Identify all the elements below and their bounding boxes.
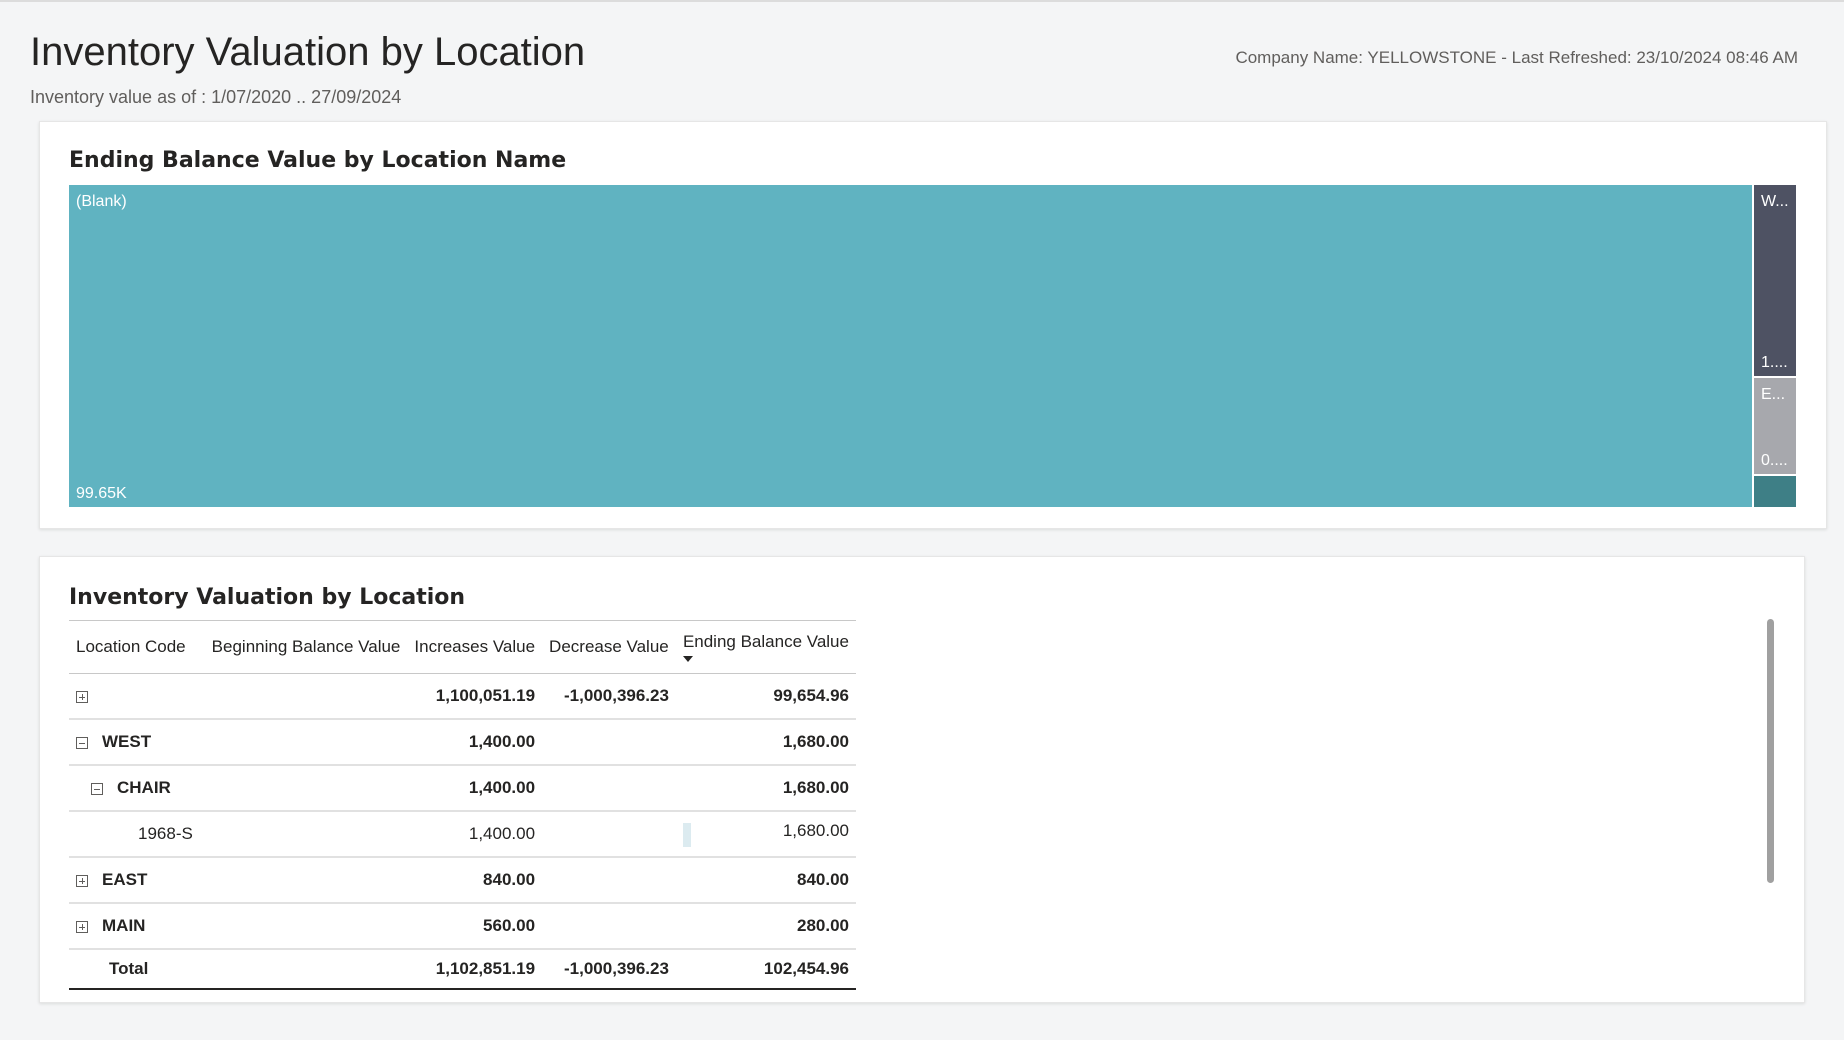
- beginning-cell: [204, 857, 408, 904]
- increases-cell: 560.00: [407, 903, 543, 950]
- treemap-tile-east[interactable]: E... 0....: [1754, 378, 1796, 474]
- treemap-tile-blank[interactable]: (Blank) 99.65K: [69, 185, 1752, 507]
- vertical-scrollbar[interactable]: [1767, 619, 1774, 883]
- decrease-cell: [542, 903, 676, 950]
- table-row: CHAIR 1,400.00 1,680.00: [69, 765, 856, 812]
- beginning-cell: [204, 903, 408, 950]
- location-cell: CHAIR: [69, 765, 205, 812]
- increases-cell: 840.00: [407, 857, 543, 904]
- increases-cell: 1,400.00: [407, 811, 543, 858]
- total-row: Total 1,102,851.19 -1,000,396.23 102,454…: [69, 949, 856, 990]
- location-cell: EAST: [69, 857, 205, 904]
- data-bar: [682, 823, 691, 847]
- column-header-ending-balance-label: Ending Balance Value: [682, 632, 849, 651]
- beginning-cell: [204, 811, 408, 858]
- decrease-cell: [542, 719, 676, 766]
- column-header-ending-balance[interactable]: Ending Balance Value: [675, 620, 856, 674]
- beginning-cell: [204, 719, 408, 766]
- table-card: Inventory Valuation by Location Location…: [39, 556, 1805, 1003]
- tile-label: E...: [1761, 386, 1786, 403]
- total-beginning: [204, 949, 408, 990]
- total-label: Total: [69, 949, 205, 990]
- treemap-card: Ending Balance Value by Location Name (B…: [39, 121, 1827, 529]
- total-decrease: -1,000,396.23: [542, 949, 676, 990]
- expand-icon[interactable]: [76, 920, 88, 933]
- collapse-icon[interactable]: [91, 782, 103, 795]
- treemap-chart: (Blank) 99.65K W... 1.... E... 0....: [69, 185, 1796, 507]
- column-header-decrease[interactable]: Decrease Value: [542, 620, 676, 674]
- page-title: Inventory Valuation by Location: [30, 30, 586, 74]
- total-increases: 1,102,851.19: [407, 949, 543, 990]
- increases-cell: 1,400.00: [407, 719, 543, 766]
- ending-cell: 840.00: [675, 857, 856, 904]
- ending-cell: 280.00: [675, 903, 856, 950]
- decrease-cell: [542, 857, 676, 904]
- beginning-cell: [204, 673, 408, 720]
- tile-value: 0....: [1761, 452, 1788, 469]
- table-row: 1,100,051.19 -1,000,396.23 99,654.96: [69, 673, 856, 720]
- table-row: WEST 1,400.00 1,680.00: [69, 719, 856, 766]
- treemap-tile-west[interactable]: W... 1....: [1754, 185, 1796, 376]
- increases-cell: 1,100,051.19: [407, 673, 543, 720]
- location-cell: 1968-S: [69, 811, 205, 858]
- company-refresh-info: Company Name: YELLOWSTONE - Last Refresh…: [1235, 48, 1798, 67]
- collapse-icon[interactable]: [76, 736, 88, 749]
- decrease-cell: [542, 765, 676, 812]
- sort-descending-icon: [682, 656, 693, 662]
- location-cell: WEST: [69, 719, 205, 766]
- location-cell: MAIN: [69, 903, 205, 950]
- ending-cell: 1,680.00: [675, 765, 856, 812]
- column-header-location-code[interactable]: Location Code: [69, 620, 205, 674]
- column-header-increases[interactable]: Increases Value: [407, 620, 543, 674]
- table-row: MAIN 560.00 280.00: [69, 903, 856, 950]
- treemap-tile-main[interactable]: [1754, 476, 1796, 507]
- treemap-title: Ending Balance Value by Location Name: [69, 148, 567, 173]
- table-row: 1968-S 1,400.00 1,680.00: [69, 811, 856, 858]
- decrease-cell: -1,000,396.23: [542, 673, 676, 720]
- expand-icon[interactable]: [76, 690, 88, 703]
- page-subtitle: Inventory value as of : 1/07/2020 .. 27/…: [30, 87, 402, 107]
- top-border: [0, 0, 1844, 2]
- table-title: Inventory Valuation by Location: [69, 585, 466, 610]
- increases-cell: 1,400.00: [407, 765, 543, 812]
- tile-label: W...: [1761, 193, 1789, 210]
- tile-value: 99.65K: [76, 485, 127, 502]
- column-header-beginning-balance[interactable]: Beginning Balance Value: [204, 620, 408, 674]
- valuation-matrix: Location Code Beginning Balance Value In…: [69, 620, 856, 990]
- total-ending: 102,454.96: [675, 949, 856, 990]
- ending-cell: 99,654.96: [675, 673, 856, 720]
- expand-icon[interactable]: [76, 874, 88, 887]
- tile-label: (Blank): [76, 193, 127, 210]
- ending-cell: 1,680.00: [675, 811, 856, 858]
- table-row: EAST 840.00 840.00: [69, 857, 856, 904]
- decrease-cell: [542, 811, 676, 858]
- tile-value: 1....: [1761, 354, 1788, 371]
- location-cell: [69, 673, 205, 720]
- beginning-cell: [204, 765, 408, 812]
- ending-cell: 1,680.00: [675, 719, 856, 766]
